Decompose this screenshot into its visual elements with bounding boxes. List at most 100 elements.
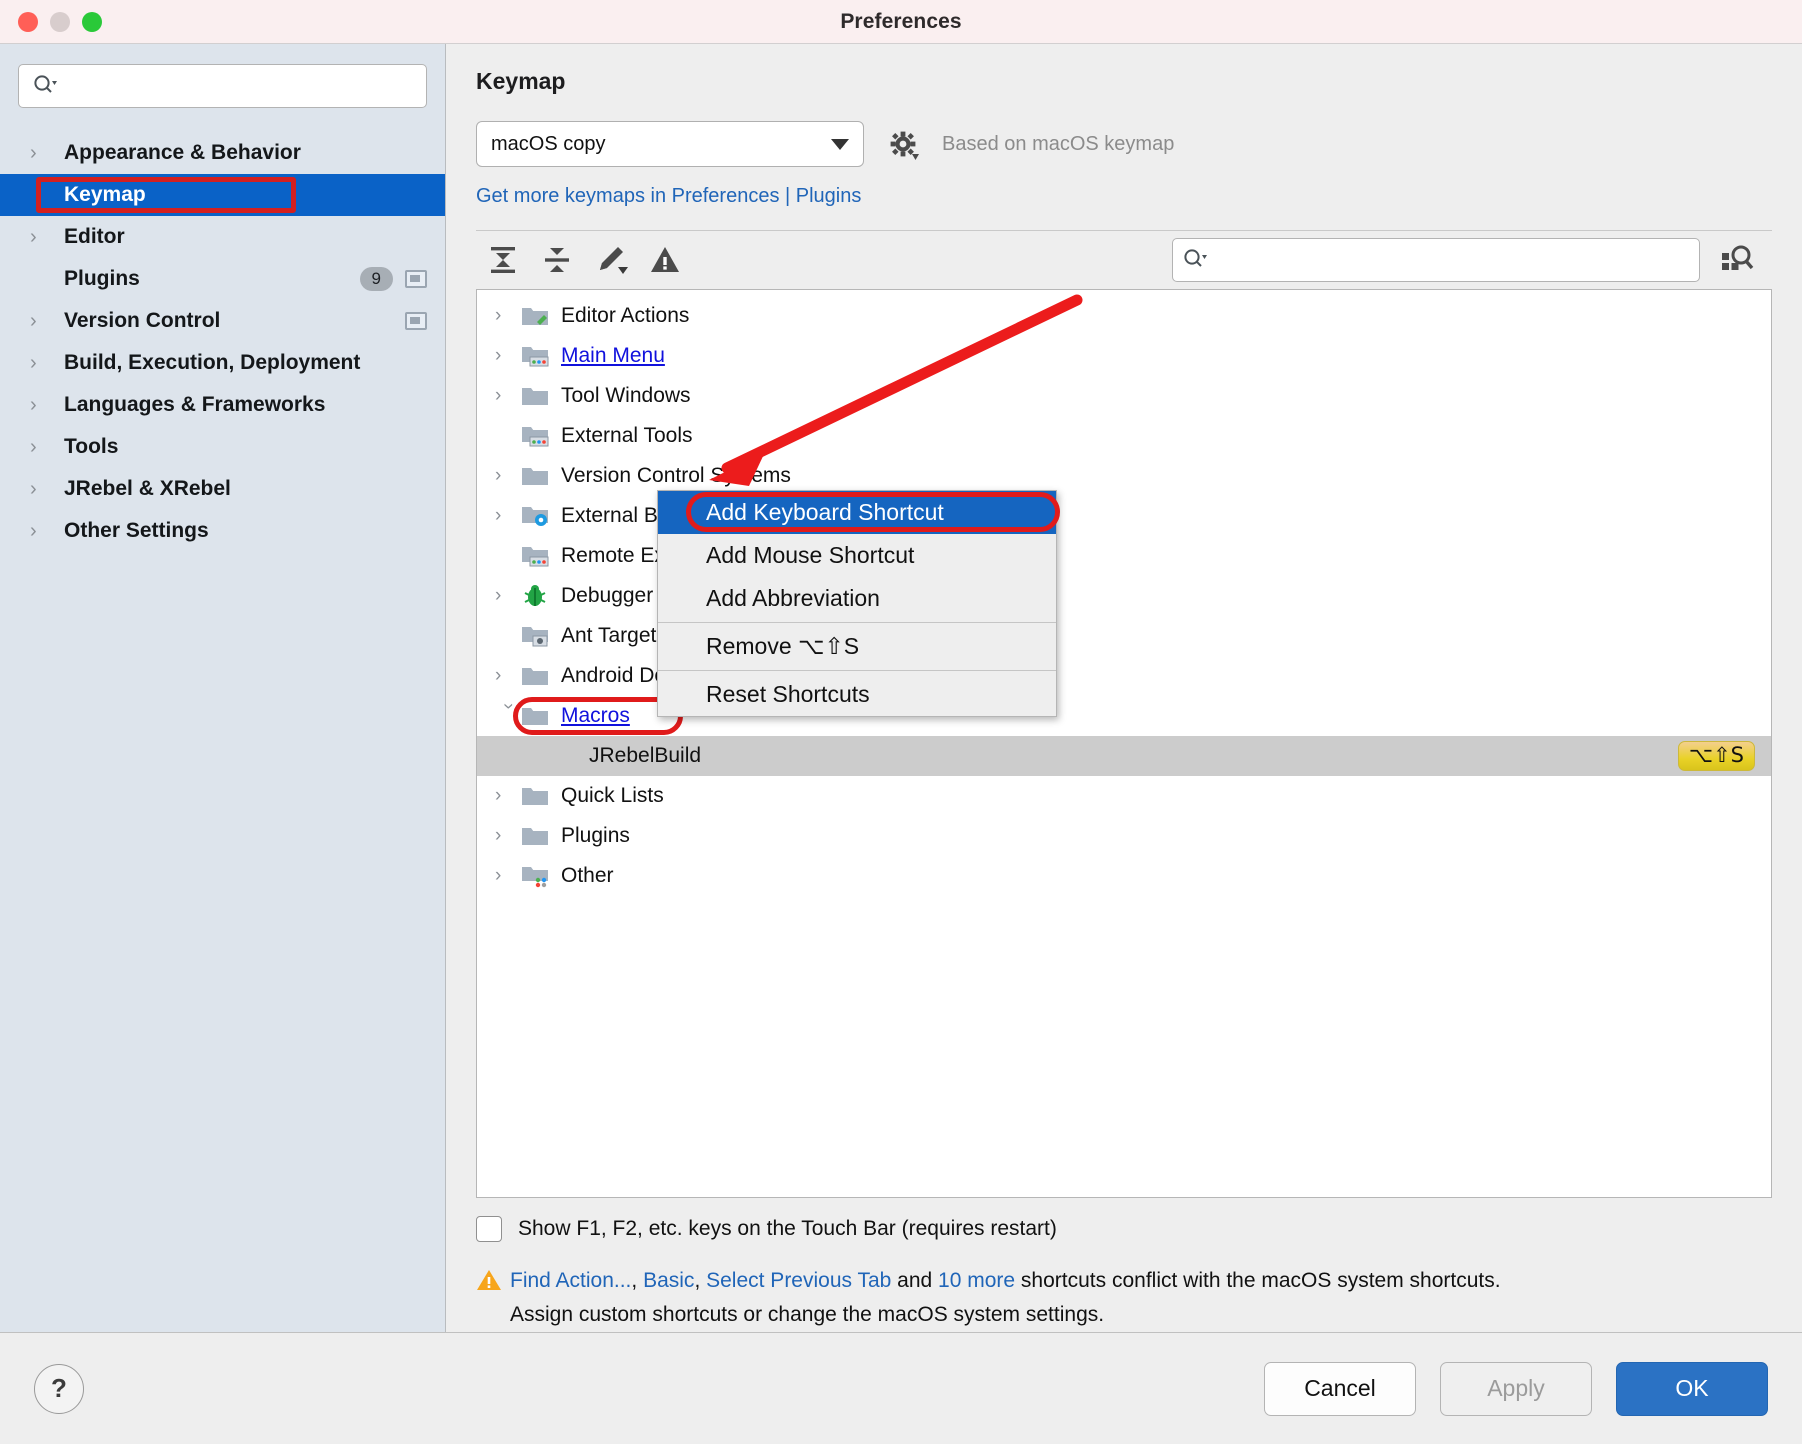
sidebar-item-tools[interactable]: › Tools xyxy=(0,426,445,468)
search-icon xyxy=(33,74,57,99)
bug-icon xyxy=(521,584,551,608)
touchbar-checkbox[interactable] xyxy=(476,1216,502,1242)
tree-row[interactable]: › Editor Actions xyxy=(477,296,1771,336)
find-by-shortcut-button[interactable] xyxy=(1700,238,1772,282)
link-select-previous-tab[interactable]: Select Previous Tab xyxy=(706,1269,891,1292)
folder-gear-icon xyxy=(521,504,551,528)
chevron-right-icon: › xyxy=(30,225,37,248)
sidebar-item-label: Version Control xyxy=(64,309,221,332)
gear-icon xyxy=(890,131,919,160)
tree-row[interactable]: › Tool Windows xyxy=(477,376,1771,416)
traffic-light-buttons xyxy=(0,11,102,32)
open-in-window-icon[interactable] xyxy=(405,312,427,330)
tree-row[interactable]: › Plugins xyxy=(477,816,1771,856)
cancel-button[interactable]: Cancel xyxy=(1264,1361,1416,1416)
sidebar-item-editor[interactable]: › Editor xyxy=(0,216,445,258)
context-menu[interactable]: Add Keyboard Shortcut Add Mouse Shortcut… xyxy=(657,490,1057,717)
chevron-right-icon[interactable]: › xyxy=(495,825,521,847)
touchbar-checkbox-row[interactable]: Show F1, F2, etc. keys on the Touch Bar … xyxy=(476,1216,1772,1242)
keymap-settings-button[interactable] xyxy=(886,127,920,161)
menu-item-add-mouse-shortcut[interactable]: Add Mouse Shortcut xyxy=(658,534,1056,577)
tree-row-jrebelbuild[interactable]: JRebelBuild ⌥⇧S xyxy=(477,736,1771,776)
tree-row-label[interactable]: Macros xyxy=(561,704,630,728)
sidebar-item-keymap[interactable]: › Keymap xyxy=(0,174,445,216)
chevron-right-icon[interactable]: › xyxy=(495,345,521,367)
conflict-warning-line2: Assign custom shortcuts or change the ma… xyxy=(510,1303,1105,1326)
ok-button[interactable]: OK xyxy=(1616,1361,1768,1416)
keymap-filter-search[interactable] xyxy=(1172,238,1700,282)
keymap-action-tree[interactable]: › Editor Actions › Main Menu › Tool Wind… xyxy=(476,289,1772,1198)
menu-item-add-keyboard-shortcut[interactable]: Add Keyboard Shortcut xyxy=(658,491,1056,534)
maximize-window-button[interactable] xyxy=(82,11,102,32)
expand-all-button[interactable] xyxy=(476,238,530,282)
sidebar-item-languages-frameworks[interactable]: › Languages & Frameworks xyxy=(0,384,445,426)
plugins-update-badge: 9 xyxy=(359,267,393,291)
chevron-down-icon xyxy=(831,138,849,150)
tree-row[interactable]: › External Tools xyxy=(477,416,1771,456)
chevron-right-icon[interactable]: › xyxy=(495,785,521,807)
sidebar-item-label: Plugins xyxy=(64,267,140,290)
link-find-action[interactable]: Find Action... xyxy=(510,1269,631,1292)
keymap-panel: Keymap macOS copy Based on macOS keymap … xyxy=(446,44,1802,1332)
folder-editor-icon xyxy=(521,304,551,328)
search-icon xyxy=(1183,248,1207,273)
tree-row-label: Other xyxy=(561,864,614,887)
chevron-right-icon[interactable]: › xyxy=(495,385,521,407)
menu-item-remove-shortcut[interactable]: Remove ⌥⇧S xyxy=(658,625,1056,668)
apply-button[interactable]: Apply xyxy=(1440,1361,1592,1416)
chevron-down-icon[interactable]: › xyxy=(497,703,519,729)
tree-row-label[interactable]: Main Menu xyxy=(561,344,665,368)
sidebar-nav: › Appearance & Behavior › Keymap › Edito… xyxy=(0,132,445,552)
sidebar-item-build-execution-deployment[interactable]: › Build, Execution, Deployment xyxy=(0,342,445,384)
dialog-footer: ? Cancel Apply OK xyxy=(0,1332,1802,1444)
keymap-select[interactable]: macOS copy xyxy=(476,121,864,167)
open-in-window-icon[interactable] xyxy=(405,270,427,288)
tree-row-label: Version Control Systems xyxy=(561,464,791,487)
keymap-select-value: macOS copy xyxy=(491,132,606,155)
tree-row[interactable]: › Main Menu xyxy=(477,336,1771,376)
menu-item-add-abbreviation[interactable]: Add Abbreviation xyxy=(658,577,1056,620)
folder-ant-icon xyxy=(521,624,551,648)
tree-row[interactable]: › Quick Lists xyxy=(477,776,1771,816)
tree-row-label: Quick Lists xyxy=(561,784,664,807)
chevron-right-icon[interactable]: › xyxy=(495,665,521,687)
sep: , xyxy=(694,1269,707,1292)
sidebar-item-label: Other Settings xyxy=(64,519,209,542)
chevron-right-icon[interactable]: › xyxy=(495,505,521,527)
sidebar-item-label: Appearance & Behavior xyxy=(64,141,301,164)
keymap-filter-input[interactable] xyxy=(1213,248,1689,272)
sidebar-item-plugins[interactable]: › Plugins 9 xyxy=(0,258,445,300)
sidebar-item-other-settings[interactable]: › Other Settings xyxy=(0,510,445,552)
chevron-right-icon[interactable]: › xyxy=(495,465,521,487)
edit-shortcut-button[interactable] xyxy=(584,238,638,282)
sidebar-item-label: Keymap xyxy=(64,183,146,206)
get-more-keymaps-link[interactable]: Get more keymaps in Preferences | Plugin… xyxy=(476,185,1772,208)
chevron-right-icon: › xyxy=(30,309,37,332)
warning-icon xyxy=(651,247,679,272)
minimize-window-button[interactable] xyxy=(50,11,70,32)
tail: shortcuts conflict with the macOS system… xyxy=(1015,1269,1501,1292)
expand-all-icon xyxy=(491,247,515,273)
tree-row-label: External Tools xyxy=(561,424,693,447)
chevron-right-icon[interactable]: › xyxy=(495,585,521,607)
shortcut-conflicts-button[interactable] xyxy=(638,238,692,282)
sidebar-search-input[interactable] xyxy=(63,74,416,98)
help-button[interactable]: ? xyxy=(34,1363,84,1414)
sidebar-item-label: Languages & Frameworks xyxy=(64,393,326,416)
settings-sidebar: › Appearance & Behavior › Keymap › Edito… xyxy=(0,44,446,1332)
chevron-right-icon[interactable]: › xyxy=(495,305,521,327)
sidebar-item-jrebel-xrebel[interactable]: › JRebel & XRebel xyxy=(0,468,445,510)
chevron-right-icon: › xyxy=(30,435,37,458)
tree-row-label: Tool Windows xyxy=(561,384,691,407)
link-basic[interactable]: Basic xyxy=(643,1269,694,1292)
link-10-more[interactable]: 10 more xyxy=(938,1269,1015,1292)
collapse-all-button[interactable] xyxy=(530,238,584,282)
sidebar-search-box[interactable] xyxy=(18,64,427,108)
tree-row[interactable]: › Other xyxy=(477,856,1771,896)
folder-dots-icon xyxy=(521,544,551,568)
chevron-right-icon[interactable]: › xyxy=(495,865,521,887)
sidebar-item-version-control[interactable]: › Version Control xyxy=(0,300,445,342)
sidebar-item-appearance-behavior[interactable]: › Appearance & Behavior xyxy=(0,132,445,174)
close-window-button[interactable] xyxy=(18,11,38,32)
menu-item-reset-shortcuts[interactable]: Reset Shortcuts xyxy=(658,673,1056,716)
